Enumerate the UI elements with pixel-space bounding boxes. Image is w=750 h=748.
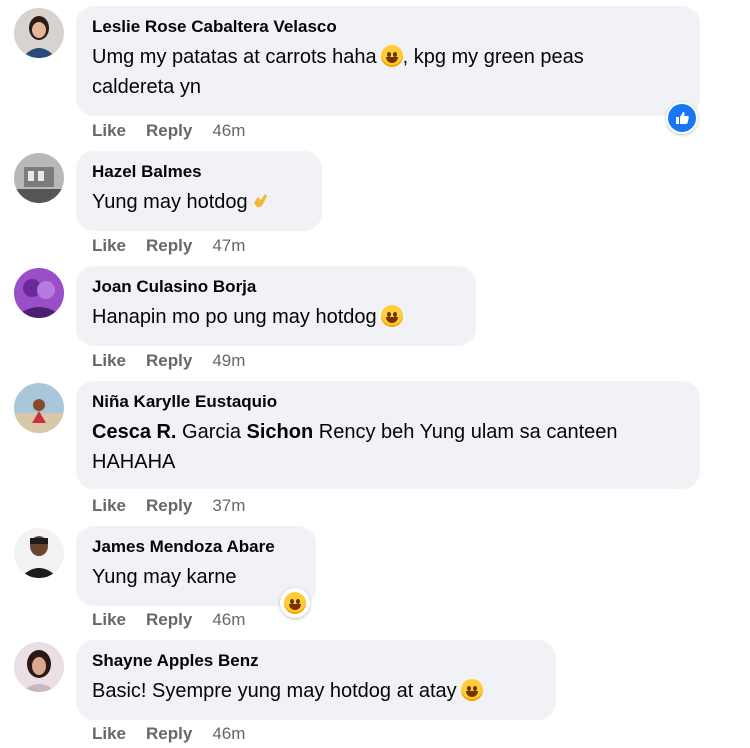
comment-text-part: Garcia (176, 421, 247, 443)
avatar[interactable] (14, 268, 64, 318)
avatar[interactable] (14, 642, 64, 692)
comment-timestamp[interactable]: 46m (212, 121, 245, 141)
comment-text-part: Rency beh Yung ulam sa canteen (313, 421, 618, 443)
reply-button[interactable]: Reply (146, 724, 192, 744)
comment-text-part: , kpg my green peas (402, 46, 584, 68)
rofl-emoji-icon (380, 305, 403, 327)
mention-link[interactable]: Cesca R. (92, 421, 177, 443)
comment-timestamp[interactable]: 46m (212, 610, 245, 630)
reply-button[interactable]: Reply (146, 351, 192, 371)
comment-text: Hanapin mo po ung may hotdog (92, 302, 460, 332)
comment-actions: Like Reply 46m (92, 724, 265, 744)
comment-bubble: Shayne Apples Benz Basic! Syempre yung m… (76, 640, 556, 720)
comment-actions: Like Reply 49m (92, 351, 265, 371)
comment-bubble: Niña Karylle Eustaquio Cesca R. Garcia S… (76, 381, 700, 489)
like-button[interactable]: Like (92, 610, 126, 630)
comment-text-part: Basic! Syempre yung may hotdog at atay (92, 680, 457, 702)
comment-text: Yung may hotdog (92, 187, 306, 217)
avatar[interactable] (14, 153, 64, 203)
comment-actions: Like Reply 37m (92, 496, 265, 516)
comment-bubble: James Mendoza Abare Yung may karne (76, 526, 316, 606)
like-button[interactable]: Like (92, 351, 126, 371)
comment-text: Basic! Syempre yung may hotdog at atay (92, 676, 540, 706)
comment-text-part: caldereta yn (92, 76, 201, 98)
reply-button[interactable]: Reply (146, 610, 192, 630)
like-button[interactable]: Like (92, 496, 126, 516)
like-button[interactable]: Like (92, 236, 126, 256)
sweat-smile-emoji-icon (460, 679, 483, 701)
reply-button[interactable]: Reply (146, 121, 192, 141)
avatar[interactable] (14, 8, 64, 58)
comment-actions: Like Reply 46m (92, 610, 265, 630)
comment-bubble: Leslie Rose Cabaltera Velasco Umg my pat… (76, 6, 700, 116)
mention-link[interactable]: Sichon (247, 421, 314, 443)
avatar[interactable] (14, 528, 64, 578)
comment-author[interactable]: Leslie Rose Cabaltera Velasco (92, 16, 684, 38)
comment-author[interactable]: Niña Karylle Eustaquio (92, 391, 684, 413)
comment-author[interactable]: Joan Culasino Borja (92, 276, 460, 298)
like-button[interactable]: Like (92, 724, 126, 744)
reply-button[interactable]: Reply (146, 236, 192, 256)
comment-author[interactable]: James Mendoza Abare (92, 536, 300, 558)
reply-button[interactable]: Reply (146, 496, 192, 516)
comment-text-part: Yung may karne (92, 566, 237, 588)
comment-text-part: Yung may hotdog (92, 191, 248, 213)
comment-timestamp[interactable]: 47m (212, 236, 245, 256)
comment-timestamp[interactable]: 46m (212, 724, 245, 744)
like-button[interactable]: Like (92, 121, 126, 141)
comment-text: Yung may karne (92, 562, 300, 592)
comment-timestamp[interactable]: 37m (212, 496, 245, 516)
grin-emoji-icon (380, 45, 403, 67)
haha-emoji-icon[interactable] (280, 588, 310, 618)
comment-text-part: Umg my patatas at carrots haha (92, 46, 377, 68)
avatar[interactable] (14, 383, 64, 433)
comment-bubble: Joan Culasino Borja Hanapin mo po ung ma… (76, 266, 476, 346)
comment-author[interactable]: Shayne Apples Benz (92, 650, 540, 672)
like-icon[interactable] (666, 102, 698, 134)
comment-text: Cesca R. Garcia Sichon Rency beh Yung ul… (92, 417, 684, 477)
comment-actions: Like Reply 46m (92, 121, 265, 141)
comment-actions: Like Reply 47m (92, 236, 265, 256)
call-me-hand-icon (253, 194, 267, 208)
comment-text-part: HAHAHA (92, 451, 176, 473)
comment-text: Umg my patatas at carrots haha , kpg my g… (92, 42, 684, 102)
comment-timestamp[interactable]: 49m (212, 351, 245, 371)
comment-author[interactable]: Hazel Balmes (92, 161, 306, 183)
comment-bubble: Hazel Balmes Yung may hotdog (76, 151, 322, 231)
comment-text-part: Hanapin mo po ung may hotdog (92, 306, 377, 328)
